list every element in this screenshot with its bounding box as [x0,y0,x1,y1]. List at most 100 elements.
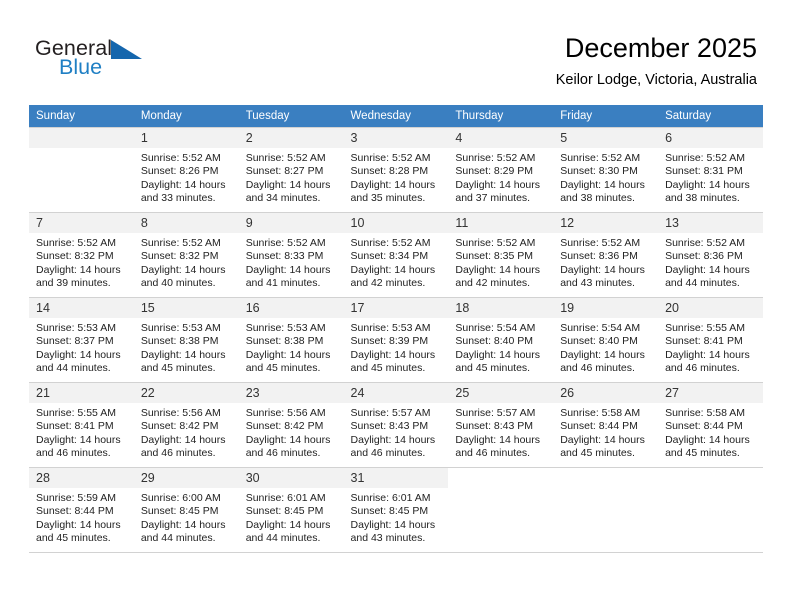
calendar-day-cell[interactable]: 8 Sunrise: 5:52 AM Sunset: 8:32 PM Daylight… [133,212,239,298]
calendar-day-cell[interactable]: 13 Sunrise: 5:52 AM Sunset: 8:36 PM Dayligh… [658,212,763,298]
calendar-day-cell[interactable]: 9 Sunrise: 5:52 AM Sunset: 8:33 PM Daylight… [238,212,344,298]
calendar-day-cell[interactable]: 26 Sunrise: 5:58 AM Sunset: 8:44 PM Dayligh… [553,382,659,468]
day-details: Sunrise: 5:52 AM Sunset: 8:35 PM Daylight:… [448,233,553,291]
calendar-day-cell[interactable]: 16 Sunrise: 5:53 AM Sunset: 8:38 PM Dayligh… [238,297,344,383]
calendar-day-cell[interactable]: 7 Sunrise: 5:52 AM Sunset: 8:32 PM Daylight… [29,212,134,298]
day-cell-inner: 18 Sunrise: 5:54 AM Sunset: 8:40 PM Dayligh… [448,298,554,382]
day-number: 5 [553,128,659,148]
day-daylight-text: Daylight: 14 hours [665,263,750,276]
day-daylight-text: and 43 minutes. [560,277,635,290]
day-number [553,468,659,488]
day-daylight-text: Daylight: 14 hours [455,178,541,191]
calendar-week-row: 21 Sunrise: 5:55 AM Sunset: 8:41 PM Dayligh… [29,382,763,468]
day-daylight-text: Daylight: 14 hours [455,263,541,276]
day-sunset-text: Sunset: 8:44 PM [665,420,743,433]
page-title: December 2025 [564,33,757,63]
calendar-day-cell[interactable]: 24 Sunrise: 5:57 AM Sunset: 8:43 PM Dayligh… [343,382,449,468]
day-sunrise-text: Sunrise: 5:53 AM [245,322,326,334]
day-sunset-text: Sunset: 8:39 PM [350,335,429,348]
calendar-day-cell[interactable]: 25 Sunrise: 5:57 AM Sunset: 8:43 PM Dayligh… [448,382,554,468]
calendar-day-cell[interactable]: 31 Sunrise: 6:01 AM Sunset: 8:45 PM Dayligh… [343,467,449,553]
calendar-day-cell[interactable]: 5 Sunrise: 5:52 AM Sunset: 8:30 PM Daylight… [553,127,659,213]
day-daylight-text: Daylight: 14 hours [560,433,645,446]
calendar-day-cell[interactable]: 11 Sunrise: 5:52 AM Sunset: 8:35 PM Dayligh… [448,212,554,298]
calendar-day-cell[interactable]: 4 Sunrise: 5:52 AM Sunset: 8:29 PM Daylight… [448,127,554,213]
day-daylight-text: Daylight: 14 hours [455,348,541,361]
calendar-week-row: 14 Sunrise: 5:53 AM Sunset: 8:37 PM Dayligh… [29,297,763,383]
day-number [29,128,134,148]
day-number: 19 [553,298,659,318]
day-daylight-text: and 45 minutes. [455,362,531,375]
calendar-week-row: 28 Sunrise: 5:59 AM Sunset: 8:44 PM Dayligh… [29,467,763,553]
calendar-day-cell[interactable]: 30 Sunrise: 6:01 AM Sunset: 8:45 PM Dayligh… [238,467,344,553]
day-number: 3 [343,128,449,148]
title-block: December 2025 Keilor Lodge, Victoria, Au… [556,32,757,90]
day-daylight-text: Daylight: 14 hours [350,263,436,276]
calendar-day-cell[interactable]: 10 Sunrise: 5:52 AM Sunset: 8:34 PM Dayligh… [343,212,449,298]
day-daylight-text: and 46 minutes. [245,447,321,460]
day-number: 28 [29,468,134,488]
day-details: Sunrise: 5:52 AM Sunset: 8:36 PM Daylight:… [553,233,658,291]
day-cell-inner: 1 Sunrise: 5:52 AM Sunset: 8:26 PM Daylight… [133,128,239,212]
calendar-day-cell[interactable]: 20 Sunrise: 5:55 AM Sunset: 8:41 PM Dayligh… [658,297,763,383]
day-daylight-text: and 43 minutes. [350,532,426,545]
calendar-day-cell[interactable]: 23 Sunrise: 5:56 AM Sunset: 8:42 PM Dayligh… [238,382,344,468]
weekday-header-monday: Monday [133,105,239,128]
weekday-header-sunday: Sunday [29,105,134,128]
day-daylight-text: and 45 minutes. [560,447,635,460]
day-daylight-text: and 33 minutes. [140,192,216,205]
day-sunrise-text: Sunrise: 5:58 AM [665,407,746,419]
day-daylight-text: Daylight: 14 hours [36,433,121,446]
calendar-day-cell[interactable]: 14 Sunrise: 5:53 AM Sunset: 8:37 PM Dayligh… [29,297,134,383]
day-number: 14 [29,298,134,318]
day-cell-inner: 4 Sunrise: 5:52 AM Sunset: 8:29 PM Daylight… [448,128,554,212]
day-cell-inner: 23 Sunrise: 5:56 AM Sunset: 8:42 PM Dayligh… [238,383,344,467]
calendar-day-cell[interactable]: 21 Sunrise: 5:55 AM Sunset: 8:41 PM Dayligh… [29,382,134,468]
calendar-day-cell[interactable]: 12 Sunrise: 5:52 AM Sunset: 8:36 PM Dayligh… [553,212,659,298]
calendar-day-cell[interactable]: 18 Sunrise: 5:54 AM Sunset: 8:40 PM Dayligh… [448,297,554,383]
calendar-week-row: 7 Sunrise: 5:52 AM Sunset: 8:32 PM Daylight… [29,212,763,298]
calendar-day-cell[interactable]: 15 Sunrise: 5:53 AM Sunset: 8:38 PM Dayligh… [133,297,239,383]
calendar-day-cell[interactable]: 1 Sunrise: 5:52 AM Sunset: 8:26 PM Daylight… [133,127,239,213]
day-daylight-text: and 46 minutes. [560,362,635,375]
day-cell-inner: 7 Sunrise: 5:52 AM Sunset: 8:32 PM Daylight… [29,213,134,297]
day-sunrise-text: Sunrise: 5:58 AM [560,407,641,419]
day-sunset-text: Sunset: 8:27 PM [245,165,324,178]
location-subtitle: Keilor Lodge, Victoria, Australia [555,72,757,88]
calendar-day-cell[interactable]: 2 Sunrise: 5:52 AM Sunset: 8:27 PM Daylight… [238,127,344,213]
calendar-day-cell[interactable]: 29 Sunrise: 6:00 AM Sunset: 8:45 PM Dayligh… [133,467,239,553]
day-sunset-text: Sunset: 8:45 PM [140,505,219,518]
day-number: 25 [448,383,554,403]
day-details: Sunrise: 5:54 AM Sunset: 8:40 PM Daylight:… [553,318,658,376]
calendar-day-cell[interactable]: 19 Sunrise: 5:54 AM Sunset: 8:40 PM Dayligh… [553,297,659,383]
day-details: Sunrise: 5:52 AM Sunset: 8:36 PM Daylight:… [658,233,763,291]
day-cell-inner: 31 Sunrise: 6:01 AM Sunset: 8:45 PM Dayligh… [343,468,449,552]
day-number: 22 [133,383,239,403]
day-sunset-text: Sunset: 8:36 PM [560,250,638,263]
day-daylight-text: and 46 minutes. [665,362,740,375]
calendar-day-cell[interactable]: 17 Sunrise: 5:53 AM Sunset: 8:39 PM Dayligh… [343,297,449,383]
calendar-day-cell[interactable]: 6 Sunrise: 5:52 AM Sunset: 8:31 PM Daylight… [658,127,763,213]
calendar-day-cell[interactable]: 3 Sunrise: 5:52 AM Sunset: 8:28 PM Daylight… [343,127,449,213]
calendar-day-cell[interactable]: 22 Sunrise: 5:56 AM Sunset: 8:42 PM Dayligh… [133,382,239,468]
day-number: 17 [343,298,449,318]
day-daylight-text: Daylight: 14 hours [665,178,750,191]
day-cell-inner: 30 Sunrise: 6:01 AM Sunset: 8:45 PM Dayligh… [238,468,344,552]
general-blue-logo[interactable]: General Blue [35,36,215,84]
calendar-header-row: Sunday Monday Tuesday Wednesday Thursday… [29,105,763,128]
day-sunrise-text: Sunrise: 5:52 AM [455,237,536,249]
day-details: Sunrise: 5:52 AM Sunset: 8:30 PM Daylight:… [553,148,658,206]
day-cell-inner: 17 Sunrise: 5:53 AM Sunset: 8:39 PM Dayligh… [343,298,449,382]
calendar-day-cell[interactable]: 28 Sunrise: 5:59 AM Sunset: 8:44 PM Dayligh… [29,467,134,553]
day-daylight-text: and 39 minutes. [36,277,111,290]
day-daylight-text: and 40 minutes. [140,277,216,290]
day-details: Sunrise: 5:52 AM Sunset: 8:34 PM Daylight:… [344,233,449,291]
day-cell-inner [448,468,554,552]
calendar-day-cell[interactable]: 27 Sunrise: 5:58 AM Sunset: 8:44 PM Dayligh… [658,382,763,468]
day-sunrise-text: Sunrise: 5:52 AM [665,237,746,249]
day-daylight-text: Daylight: 14 hours [140,433,226,446]
day-daylight-text: and 38 minutes. [665,192,740,205]
day-daylight-text: and 35 minutes. [350,192,426,205]
day-daylight-text: Daylight: 14 hours [245,348,331,361]
day-daylight-text: and 34 minutes. [245,192,321,205]
